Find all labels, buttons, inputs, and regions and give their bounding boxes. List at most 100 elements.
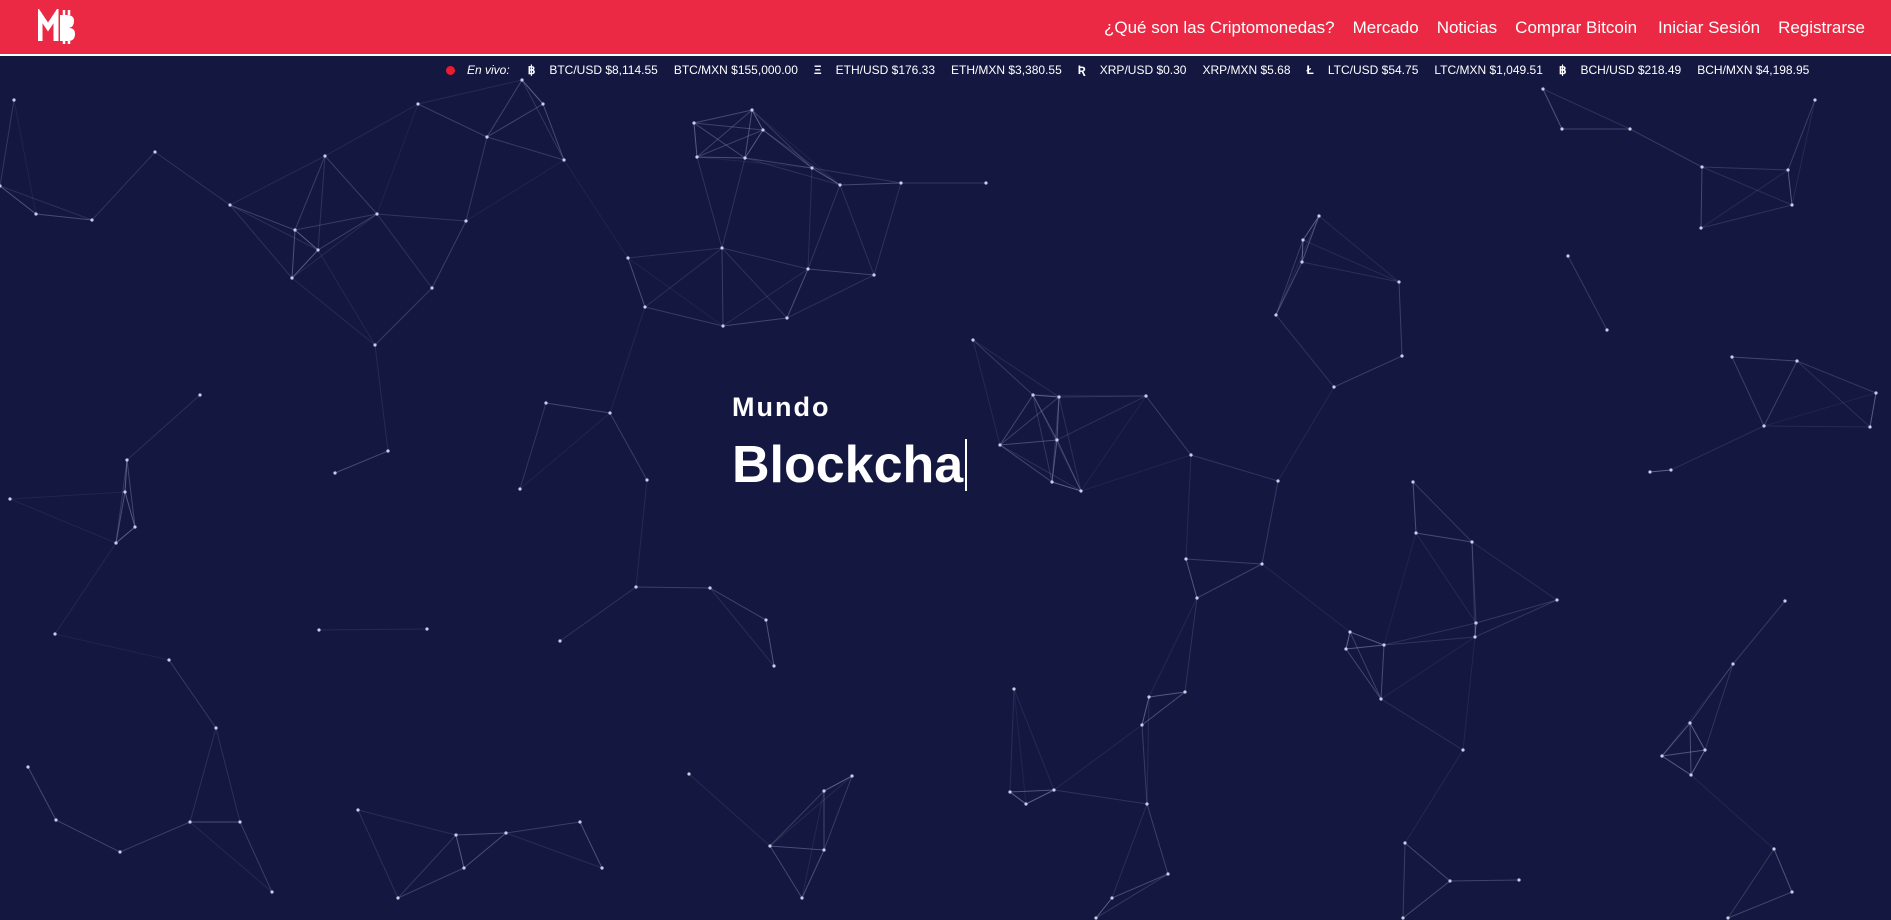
network-node <box>1140 723 1144 727</box>
network-edge <box>823 775 853 792</box>
network-edge <box>1009 688 1015 793</box>
network-node <box>1541 87 1545 91</box>
network-node <box>1145 802 1149 806</box>
network-node <box>1400 354 1404 358</box>
network-edge <box>455 834 465 869</box>
network-node <box>1403 841 1407 845</box>
network-edge <box>376 213 467 222</box>
network-node <box>430 286 434 290</box>
network-node <box>1473 635 1477 639</box>
network-edge <box>1095 897 1113 919</box>
network-edge <box>215 727 241 823</box>
network-edge <box>9 491 126 500</box>
network-edge <box>1333 355 1403 388</box>
network-edge <box>823 775 853 851</box>
network-edge <box>1275 239 1304 316</box>
network-node <box>214 726 218 730</box>
network-node <box>643 305 647 309</box>
network-node <box>1772 847 1776 851</box>
network-edge <box>168 659 217 729</box>
login-link[interactable]: Iniciar Sesión <box>1658 18 1760 38</box>
network-edge <box>635 586 711 589</box>
network-node <box>1795 359 1799 363</box>
nav-link-que-son-criptomonedas[interactable]: ¿Qué son las Criptomonedas? <box>1104 18 1335 38</box>
nav-link-mercado[interactable]: Mercado <box>1353 18 1419 38</box>
network-node <box>695 155 699 159</box>
network-node <box>1689 773 1693 777</box>
network-node <box>750 108 754 112</box>
network-edge <box>1701 166 1793 206</box>
network-node <box>1703 748 1707 752</box>
network-edge <box>13 99 37 215</box>
network-node <box>228 203 232 207</box>
network-node <box>518 487 522 491</box>
network-node <box>1024 802 1028 806</box>
network-edge <box>1345 648 1382 700</box>
network-edge <box>1380 644 1385 700</box>
network-node <box>1344 647 1348 651</box>
network-edge <box>124 491 136 528</box>
network-node <box>768 844 772 848</box>
network-edge <box>1383 532 1417 646</box>
network-edge <box>374 344 389 452</box>
live-indicator-dot <box>446 65 455 75</box>
network-node <box>118 850 122 854</box>
network-node <box>1461 748 1465 752</box>
network-edge <box>1542 88 1631 130</box>
network-edge <box>357 809 399 899</box>
network-edge <box>1196 563 1263 599</box>
network-node <box>198 393 202 397</box>
network-node <box>333 471 337 475</box>
network-node <box>578 820 582 824</box>
network-edge <box>1700 169 1789 229</box>
nav-link-noticias[interactable]: Noticias <box>1437 18 1497 38</box>
network-edge <box>693 122 764 131</box>
network-edge <box>126 394 201 461</box>
mb-logo-icon[interactable] <box>38 9 78 45</box>
network-edge <box>1095 873 1169 919</box>
network-edge <box>463 832 507 869</box>
network-edge <box>1462 636 1476 751</box>
network-node <box>1813 98 1817 102</box>
network-node <box>293 228 297 232</box>
network-edge <box>291 249 319 279</box>
network-edge <box>291 213 378 279</box>
network-edge <box>839 182 902 186</box>
network-edge <box>873 182 902 276</box>
network-node <box>971 338 975 342</box>
network-edge <box>1731 356 1765 427</box>
network-edge <box>521 79 565 161</box>
network-edge <box>709 587 767 621</box>
network-node <box>544 401 548 405</box>
auth-nav: Iniciar Sesión Registrarse <box>1658 0 1865 56</box>
network-edge <box>1111 873 1169 899</box>
network-node <box>1411 480 1415 484</box>
network-edge <box>609 412 648 481</box>
network-node <box>1317 214 1321 218</box>
register-link[interactable]: Registrarse <box>1778 18 1865 38</box>
network-edge <box>1474 622 1477 638</box>
price-ticker: En vivo: ฿ BTC/USD $8,114.55 BTC/MXN $15… <box>0 58 1891 82</box>
network-edge <box>239 821 273 893</box>
network-node <box>687 772 691 776</box>
network-node <box>1397 280 1401 284</box>
network-node <box>541 102 545 106</box>
network-node <box>1348 630 1352 634</box>
network-edge <box>374 287 433 346</box>
network-edge <box>229 204 319 251</box>
network-edge <box>126 459 136 528</box>
nav-link-comprar-bitcoin[interactable]: Comprar Bitcoin <box>1515 18 1637 38</box>
network-node <box>708 586 712 590</box>
network-node <box>416 102 420 106</box>
network-edge <box>55 819 121 853</box>
network-edge <box>999 394 1034 446</box>
network-node <box>764 618 768 622</box>
network-edge <box>999 444 1053 483</box>
network-edge <box>1145 395 1192 456</box>
network-edge <box>1629 128 1703 168</box>
network-edge <box>1009 789 1055 793</box>
network-node <box>375 212 379 216</box>
network-edge <box>1787 169 1793 206</box>
network-edge <box>801 849 825 899</box>
network-edge <box>696 156 723 249</box>
